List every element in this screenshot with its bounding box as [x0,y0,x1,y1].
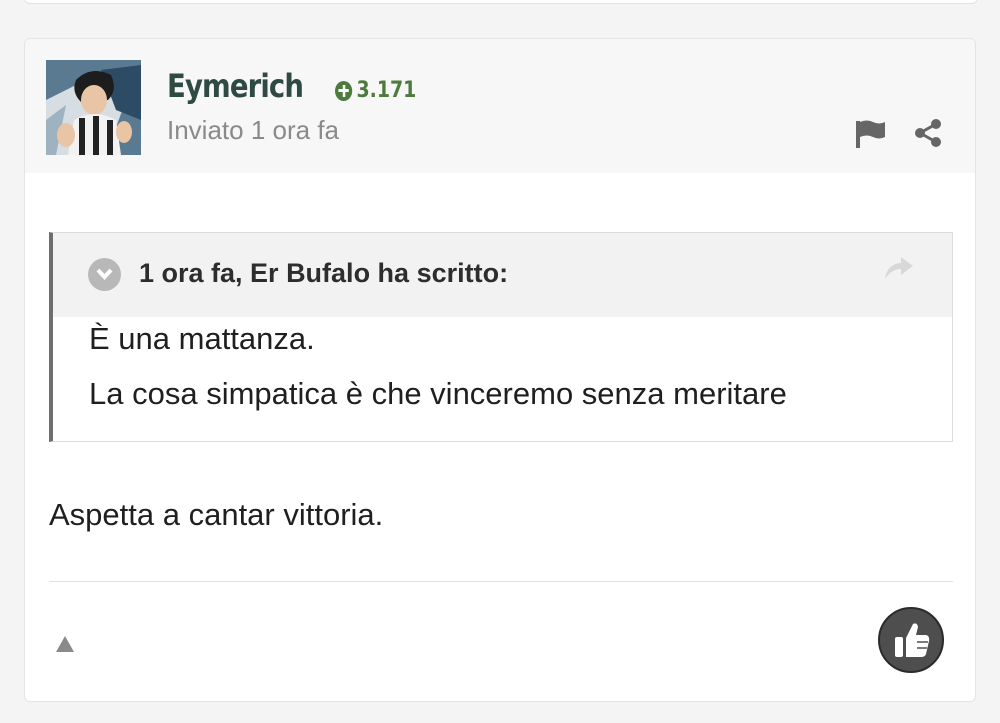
quote-block: 1 ora fa, Er Bufalo ha scritto: È una ma… [49,232,953,442]
divider [49,581,953,582]
share-icon[interactable] [914,118,942,153]
triangle-up-icon[interactable] [55,635,75,658]
quote-line-1: È una mattanza. [89,321,315,356]
forum-post: Eymerich 3.171 Inviato 1 ora fa 1 ora fa… [24,38,976,702]
post-body: Aspetta a cantar vittoria. [49,497,384,532]
author-name[interactable]: Eymerich [167,67,304,105]
reputation-badge[interactable]: 3.171 [335,78,416,103]
thumbs-up-icon [895,623,930,657]
post-header: Eymerich 3.171 Inviato 1 ora fa [25,39,975,173]
previous-post-card [24,0,978,4]
reputation-count: 3.171 [356,78,417,103]
chevron-down-icon[interactable] [88,258,121,291]
quote-header: 1 ora fa, Er Bufalo ha scritto: [53,233,952,317]
quote-line-2: La cosa simpatica è che vinceremo senza … [89,376,787,411]
avatar[interactable] [46,60,141,155]
flag-icon[interactable] [855,119,887,154]
plus-circle-icon [335,80,353,101]
quote-citation[interactable]: 1 ora fa, Er Bufalo ha scritto: [139,258,508,289]
reply-arrow-icon[interactable] [883,255,915,286]
like-button[interactable] [878,607,944,673]
post-timestamp[interactable]: Inviato 1 ora fa [167,115,339,146]
